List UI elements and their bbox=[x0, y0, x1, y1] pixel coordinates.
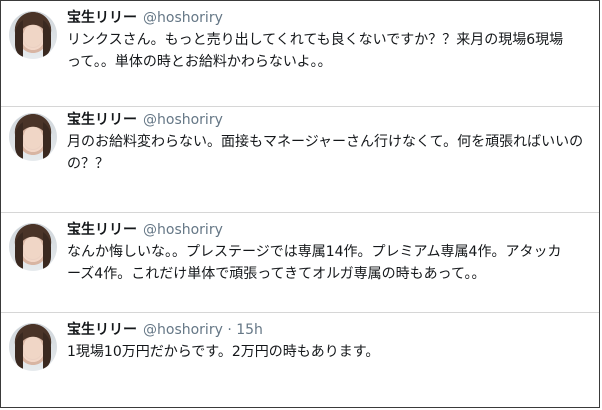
tweet-header: 宝生リリー @hoshoriry bbox=[67, 221, 223, 239]
avatar[interactable] bbox=[9, 223, 57, 271]
tweet-text-line: の？？ bbox=[67, 156, 109, 172]
time-separator: · bbox=[227, 322, 232, 338]
username[interactable]: @hoshoriry bbox=[143, 322, 223, 338]
tweet-text-line: 1現場10万円だからです。2万円の時もあります。 bbox=[67, 344, 380, 360]
tweet-text: なんか悔しいな。。プレステージでは専属14作。プレミアム専属4作。アタッカ ーズ… bbox=[67, 241, 593, 285]
tweet-text-line: 月のお給料変わらない。面接もマネージャーさん行けなくて。何を頑張ればいいの bbox=[67, 134, 584, 150]
tweet-header: 宝生リリー @hoshoriry · 15h bbox=[67, 321, 263, 339]
tweet-text-line: なんか悔しいな。。プレステージでは専属14作。プレミアム専属4作。アタッカ bbox=[67, 244, 562, 260]
display-name[interactable]: 宝生リリー bbox=[67, 10, 137, 26]
username[interactable]: @hoshoriry bbox=[143, 222, 223, 238]
tweet[interactable]: 宝生リリー @hoshoriry リンクスさん。もっと売り出してくれても良くないで… bbox=[1, 1, 599, 107]
tweet[interactable]: 宝生リリー @hoshoriry なんか悔しいな。。プレステージでは専属14作。プ… bbox=[1, 213, 599, 313]
display-name[interactable]: 宝生リリー bbox=[67, 322, 137, 338]
tweet[interactable]: 宝生リリー @hoshoriry · 15h 1現場10万円だからです。2万円の時… bbox=[1, 313, 599, 407]
avatar[interactable] bbox=[9, 113, 57, 161]
tweet-header: 宝生リリー @hoshoriry bbox=[67, 9, 223, 27]
avatar[interactable] bbox=[9, 323, 57, 371]
tweet-text-line: リンクスさん。もっと売り出してくれても良くないですか？？来月の現場6現場 bbox=[67, 32, 564, 48]
avatar[interactable] bbox=[9, 11, 57, 59]
tweet-text: リンクスさん。もっと売り出してくれても良くないですか？？来月の現場6現場 って。… bbox=[67, 29, 593, 73]
timestamp[interactable]: 15h bbox=[236, 322, 263, 338]
username[interactable]: @hoshoriry bbox=[143, 10, 223, 26]
display-name[interactable]: 宝生リリー bbox=[67, 222, 137, 238]
tweet-list: 宝生リリー @hoshoriry リンクスさん。もっと売り出してくれても良くないで… bbox=[0, 0, 600, 408]
tweet[interactable]: 宝生リリー @hoshoriry 月のお給料変わらない。面接もマネージャーさん行け… bbox=[1, 107, 599, 213]
tweet-text-line: ーズ4作。これだけ単体で頑張ってきてオルガ専属の時もあって。。 bbox=[67, 266, 486, 282]
tweet-text: 1現場10万円だからです。2万円の時もあります。 bbox=[67, 341, 593, 363]
display-name[interactable]: 宝生リリー bbox=[67, 112, 137, 128]
tweet-header: 宝生リリー @hoshoriry bbox=[67, 111, 223, 129]
tweet-text: 月のお給料変わらない。面接もマネージャーさん行けなくて。何を頑張ればいいの の？… bbox=[67, 131, 593, 175]
tweet-text-line: って。。単体の時とお給料かわらないよ。。 bbox=[67, 54, 332, 70]
username[interactable]: @hoshoriry bbox=[143, 112, 223, 128]
